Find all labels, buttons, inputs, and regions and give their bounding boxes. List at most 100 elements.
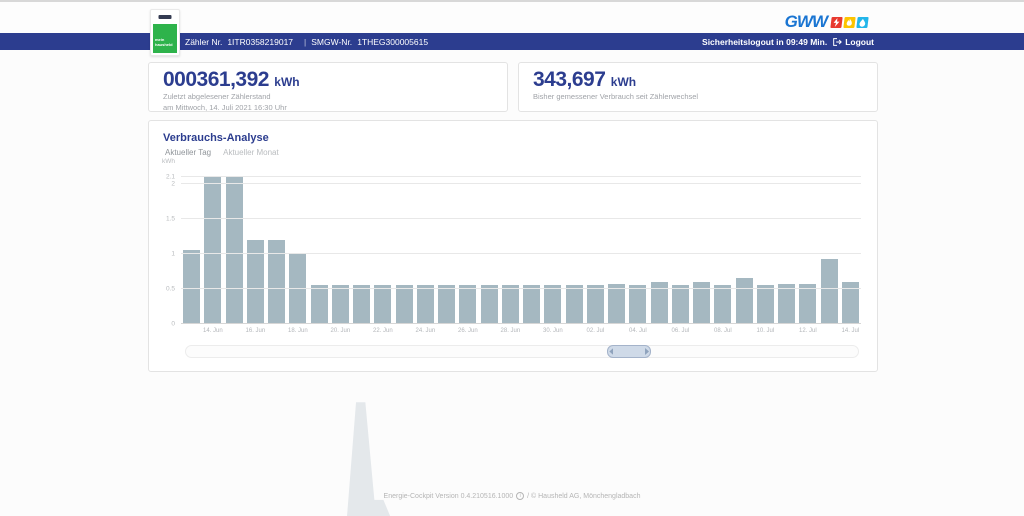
x-tick-label: 16. Jun xyxy=(245,328,266,334)
x-tick-label xyxy=(436,328,457,334)
x-tick-label xyxy=(351,328,372,334)
consumption-caption: Bisher gemessener Verbrauch seit Zählerw… xyxy=(533,92,877,103)
bar-slot xyxy=(606,169,627,324)
scrollbar-left-handle-icon[interactable] xyxy=(609,348,613,355)
meter-number-value: 1ITR0358219017 xyxy=(227,37,293,47)
tab-current-month[interactable]: Aktueller Monat xyxy=(223,148,279,157)
bars-row xyxy=(181,169,861,324)
water-drop-icon xyxy=(856,17,868,28)
bar-01-jul[interactable] xyxy=(566,285,583,324)
bar-slot xyxy=(564,169,585,324)
footer: Energie-Cockpit Version 0.4.210516.1000 … xyxy=(0,492,1024,500)
meter-identifiers: Zähler Nr.1ITR0358219017|SMGW-Nr.1THEG30… xyxy=(185,37,433,47)
bar-slot xyxy=(309,169,330,324)
bar-30-jun[interactable] xyxy=(544,285,561,324)
bar-11-jul[interactable] xyxy=(778,284,795,324)
x-tick-label xyxy=(606,328,627,334)
bar-23-jun[interactable] xyxy=(396,285,413,324)
gas-flame-icon xyxy=(843,17,855,28)
session-controls: Sicherheitslogout in 09:49 Min. Logout xyxy=(702,37,874,47)
bar-slot xyxy=(734,169,755,324)
x-tick-label: 06. Jul xyxy=(670,328,691,334)
bar-28-jun[interactable] xyxy=(502,285,519,324)
x-tick-label: 02. Jul xyxy=(585,328,606,334)
bar-18-jun[interactable] xyxy=(289,254,306,324)
consumption-value: 343,697 kWh xyxy=(533,69,877,90)
meter-reading-unit: kWh xyxy=(274,75,299,89)
bar-12-jul[interactable] xyxy=(799,284,816,324)
y-tick-label: 2.1 xyxy=(166,173,175,180)
hausheld-logo-line2: hausheld xyxy=(155,43,177,48)
bar-19-jun[interactable] xyxy=(311,285,328,324)
y-tick-label: 0 xyxy=(171,321,175,328)
bar-25-jun[interactable] xyxy=(438,285,455,324)
x-tick-label xyxy=(776,328,797,334)
bar-21-jun[interactable] xyxy=(353,285,370,324)
meter-reading-card: 000361,392 kWh Zuletzt abgelesener Zähle… xyxy=(148,62,508,112)
bar-26-jun[interactable] xyxy=(459,285,476,324)
x-tick-label xyxy=(649,328,670,334)
x-axis-labels: 14. Jun16. Jun18. Jun20. Jun22. Jun24. J… xyxy=(181,328,861,334)
bar-slot xyxy=(840,169,861,324)
navigator-mini-chart xyxy=(347,348,629,516)
bar-slot xyxy=(330,169,351,324)
bar-slot xyxy=(755,169,776,324)
x-tick-label: 14. Jul xyxy=(840,328,861,334)
x-tick-label xyxy=(181,328,202,334)
bar-slot xyxy=(181,169,202,324)
x-tick-label: 26. Jun xyxy=(457,328,478,334)
info-icon[interactable]: i xyxy=(516,492,524,500)
y-tick-label: 2 xyxy=(171,180,175,187)
bar-slot xyxy=(797,169,818,324)
smart-meter-display-icon xyxy=(159,15,172,19)
scrollbar-thumb[interactable] xyxy=(607,345,651,358)
gridline xyxy=(181,183,861,184)
bar-slot xyxy=(479,169,500,324)
bar-slot xyxy=(415,169,436,324)
meter-reading-caption: Zuletzt abgelesener Zählerstand am Mittw… xyxy=(163,92,507,114)
bar-20-jun[interactable] xyxy=(332,285,349,324)
x-tick-label xyxy=(691,328,712,334)
x-tick-label: 28. Jun xyxy=(500,328,521,334)
x-tick-label: 08. Jul xyxy=(712,328,733,334)
bar-13-jul[interactable] xyxy=(821,259,838,324)
plot-area xyxy=(181,169,861,324)
bar-06-jul[interactable] xyxy=(672,285,689,324)
bar-27-jun[interactable] xyxy=(481,285,498,324)
y-tick-label: 1.5 xyxy=(166,215,175,222)
bar-24-jun[interactable] xyxy=(417,285,434,324)
bar-slot xyxy=(394,169,415,324)
bar-slot xyxy=(691,169,712,324)
bar-09-jul[interactable] xyxy=(736,278,753,324)
scrollbar-right-handle-icon[interactable] xyxy=(645,348,649,355)
panel-title: Verbrauchs-Analyse xyxy=(163,132,269,144)
bar-15-jun[interactable] xyxy=(226,177,243,324)
bar-08-jul[interactable] xyxy=(714,285,731,324)
chart-range-scrollbar[interactable] xyxy=(185,345,859,358)
x-tick-label xyxy=(734,328,755,334)
bar-29-jun[interactable] xyxy=(523,285,540,324)
consumption-number: 343,697 xyxy=(533,68,605,91)
separator: | xyxy=(304,37,306,47)
bar-10-jul[interactable] xyxy=(757,285,774,324)
bar-14-jun[interactable] xyxy=(204,177,221,324)
bar-02-jul[interactable] xyxy=(587,285,604,324)
bar-slot xyxy=(372,169,393,324)
bar-04-jul[interactable] xyxy=(629,285,646,324)
bar-slot xyxy=(202,169,223,324)
bar-22-jun[interactable] xyxy=(374,285,391,324)
x-tick-label: 30. Jun xyxy=(542,328,563,334)
consumption-unit: kWh xyxy=(611,75,636,89)
bar-slot xyxy=(819,169,840,324)
meter-reading-caption-line2: am Mittwoch, 14. Juli 2021 16:30 Uhr xyxy=(163,103,507,114)
y-axis: kWh 00.511.522.1 xyxy=(157,169,177,324)
tab-current-day[interactable]: Aktueller Tag xyxy=(165,148,211,157)
logout-button[interactable]: Logout xyxy=(832,37,874,47)
bar-03-jul[interactable] xyxy=(608,284,625,324)
x-tick-label: 24. Jun xyxy=(415,328,436,334)
security-logout-countdown: Sicherheitslogout in 09:49 Min. xyxy=(702,37,827,47)
bar-slot xyxy=(627,169,648,324)
x-tick-label xyxy=(819,328,840,334)
hausheld-logo-label: mein hausheld xyxy=(153,24,177,53)
y-tick-label: 0.5 xyxy=(166,285,175,292)
